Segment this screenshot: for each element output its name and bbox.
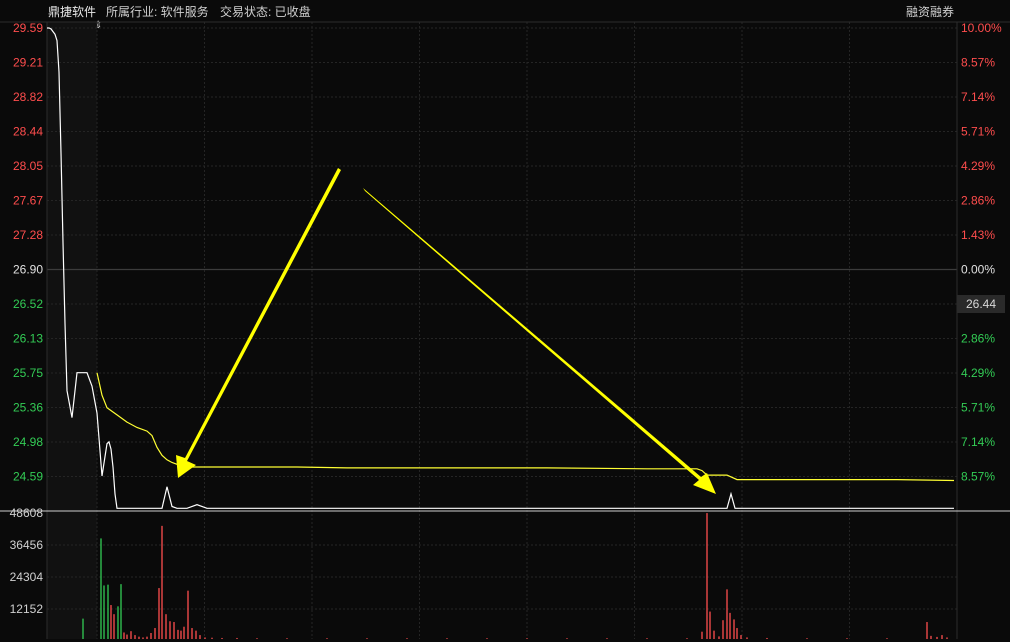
percent-tick-label: 4.29% xyxy=(961,366,995,380)
percent-tick-label: 7.14% xyxy=(961,90,995,104)
annotation-arrow-left xyxy=(176,168,341,478)
volume-tick-label: 48608 xyxy=(10,506,44,520)
percent-axis-right: 10.00% 8.57% 7.14% 5.71% 4.29% 2.86% 1.43% 0.00… xyxy=(961,21,1002,484)
volume-axis: 48608 36456 24304 12152 xyxy=(10,506,44,616)
morning-auction-band xyxy=(47,22,97,639)
price-tick-label: 24.98 xyxy=(13,435,43,449)
intraday-chart[interactable]: 29.59 29.21 28.82 28.44 28.05 27.67 27.28 26.90… xyxy=(0,0,1010,642)
percent-tick-label: 7.14% xyxy=(961,435,995,449)
volume-tick-label: 12152 xyxy=(10,602,44,616)
percent-tick-label: 10.00% xyxy=(961,21,1002,35)
percent-tick-label: 1.43% xyxy=(961,228,995,242)
price-tick-label: 26.52 xyxy=(13,297,43,311)
price-tick-label: 27.67 xyxy=(13,194,43,208)
percent-tick-label: 2.86% xyxy=(961,332,995,346)
price-tick-label: 25.36 xyxy=(13,401,43,415)
current-price-tag: 26.44 xyxy=(957,295,1005,313)
percent-tick-label: 2.86% xyxy=(961,194,995,208)
price-tick-label: 28.82 xyxy=(13,90,43,104)
percent-tick-label: 0.00% xyxy=(961,263,995,277)
percent-tick-label: 5.71% xyxy=(961,401,995,415)
volume-bars xyxy=(82,513,948,639)
price-tick-label: 29.21 xyxy=(13,56,43,70)
price-tick-label: 28.05 xyxy=(13,159,43,173)
price-line xyxy=(47,27,954,509)
price-tick-label: 26.13 xyxy=(13,332,43,346)
price-tick-label: 25.75 xyxy=(13,366,43,380)
volume-tick-label: 24304 xyxy=(10,570,44,584)
price-tick-label: 27.28 xyxy=(13,228,43,242)
price-lines xyxy=(47,27,955,509)
chart-grid xyxy=(0,21,1010,639)
percent-tick-label: 8.57% xyxy=(961,56,995,70)
average-price-line xyxy=(96,372,955,482)
percent-tick-label: 5.71% xyxy=(961,125,995,139)
price-tick-label: 24.59 xyxy=(13,470,43,484)
price-axis-left: 29.59 29.21 28.82 28.44 28.05 27.67 27.28 26.90… xyxy=(13,21,43,484)
price-tick-label: 29.59 xyxy=(13,21,43,35)
price-tick-label: 26.90 xyxy=(13,263,43,277)
volume-tick-label: 36456 xyxy=(10,538,44,552)
percent-tick-label: 4.29% xyxy=(961,159,995,173)
price-tick-label: 28.44 xyxy=(13,125,43,139)
percent-tick-label: 8.57% xyxy=(961,470,995,484)
annotation-arrow-right xyxy=(363,188,716,494)
